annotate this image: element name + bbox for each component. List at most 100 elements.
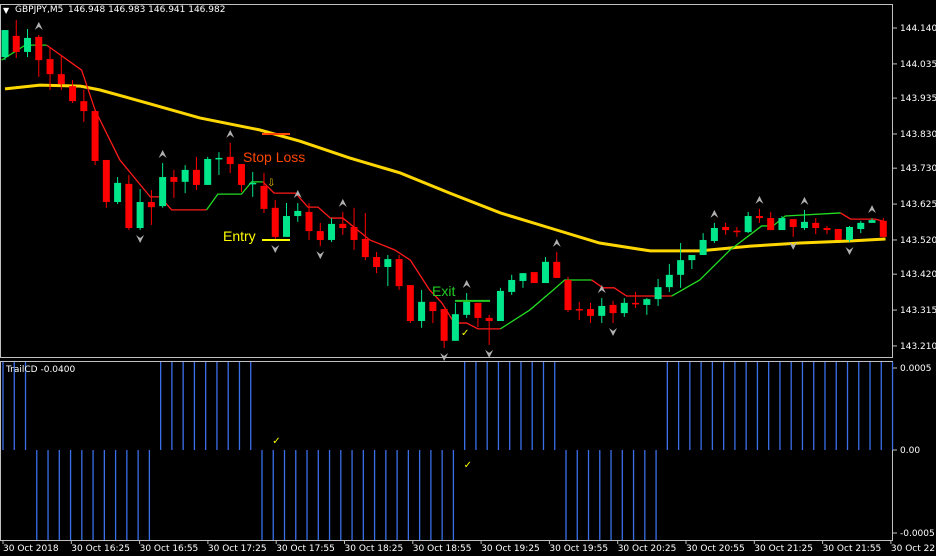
candle-body: [215, 157, 223, 160]
candle-body: [857, 222, 865, 230]
fractal-up-icon: [34, 21, 43, 30]
price-tick-label: 143.625: [900, 200, 936, 210]
ohlc-readout: 146.948 146.983 146.941 146.982: [68, 5, 225, 15]
candle-body: [429, 301, 437, 312]
fractal-up-icon: [597, 285, 606, 294]
candle-body: [283, 216, 290, 237]
candle-body: [620, 302, 628, 314]
candle-body: [170, 177, 178, 182]
symbol-label: GBPJPY,M5: [15, 5, 63, 15]
candle-body: [868, 220, 876, 223]
candle-body: [609, 304, 617, 314]
candle-body: [204, 158, 212, 185]
time-tick-label: 30 Oct 16:25: [71, 544, 130, 554]
candle-body: [91, 111, 99, 161]
checkmark-icon: ✓: [272, 436, 280, 447]
fractal-up-icon: [226, 129, 235, 138]
candle-body: [24, 37, 32, 52]
candle-body: [440, 309, 448, 341]
candle-body: [395, 259, 403, 287]
candle-body: [879, 220, 887, 237]
candle-body: [418, 301, 426, 321]
dropdown-triangle-icon[interactable]: ▼: [3, 6, 10, 15]
candle-body: [260, 185, 268, 209]
candle-body: [125, 183, 133, 228]
time-tick-label: 30 Oct 16:55: [140, 544, 199, 554]
price-panel-border: [0, 4, 893, 358]
price-tick-label: 143.520: [900, 236, 936, 246]
candle-body: [350, 226, 358, 240]
candle-body: [1, 30, 9, 58]
price-tick-label: 143.210: [900, 342, 936, 352]
candle-body: [575, 309, 583, 311]
candle-body: [12, 35, 20, 52]
candle-body: [384, 259, 392, 267]
candle-body: [688, 255, 696, 261]
indicator-panel-border: [0, 361, 893, 541]
trailing-stop-segment: [840, 212, 886, 223]
candle-body: [136, 202, 144, 228]
candle-body: [339, 223, 347, 228]
candle-body: [474, 302, 482, 318]
candle-body: [451, 314, 459, 341]
price-tick-label: 143.935: [900, 94, 936, 104]
candle-body: [271, 207, 279, 237]
time-tick-label: 30 Oct 20:25: [618, 544, 677, 554]
candle-body: [249, 182, 257, 185]
candle-body: [767, 218, 775, 231]
time-tick-label: 30 Oct 19:25: [481, 544, 540, 554]
time-tick-label: 30 Oct 22:25: [891, 544, 936, 554]
price-tick-label: 144.140: [900, 24, 936, 34]
fractal-down-icon: [136, 235, 145, 244]
fractal-down-icon: [845, 247, 854, 256]
candle-body: [755, 216, 763, 219]
indicator-title: TrailCD -0.0400: [5, 365, 75, 375]
fractal-up-icon: [800, 196, 809, 205]
candle-body: [834, 229, 842, 240]
checkmark-icon: ✓: [464, 460, 472, 471]
indicator-bars: ✓✓: [2, 362, 894, 540]
checkmark-icon: ✓: [461, 328, 469, 339]
candle-body: [587, 309, 595, 316]
candle-body: [812, 222, 820, 228]
time-tick-label: 30 Oct 17:55: [276, 544, 335, 554]
fractal-up-icon: [755, 195, 764, 204]
candle-body: [598, 305, 606, 316]
price-tick-label: 143.730: [900, 164, 936, 174]
time-tick-label: 30 Oct 18:55: [413, 544, 472, 554]
indicator-tick-label: -0.0005: [900, 529, 935, 539]
candle-body: [541, 261, 549, 284]
candle-body: [316, 231, 324, 240]
fractal-up-icon: [552, 238, 561, 247]
candle-body: [485, 317, 493, 321]
candle-body: [823, 228, 831, 231]
trading-chart[interactable]: ✓✓ Stop Loss Entry Exit ⇩ ✓ 144.140144.0…: [0, 0, 936, 556]
candle-body: [846, 226, 853, 240]
candle-body: [69, 86, 77, 102]
candle-body: [496, 290, 504, 321]
time-tick-label: 30 Oct 19:55: [549, 544, 608, 554]
candle-body: [46, 59, 54, 75]
candle-body: [710, 228, 718, 241]
fractal-up-icon: [868, 205, 877, 214]
indicator-tick-label: 0.0005: [900, 364, 932, 374]
fractal-down-icon: [609, 328, 618, 337]
candle-body: [159, 177, 167, 207]
time-tick-label: 30 Oct 21:55: [823, 544, 882, 554]
candle-body: [722, 226, 730, 231]
fractal-up-icon: [158, 150, 167, 159]
stop-loss-label: Stop Loss: [243, 149, 305, 165]
fractal-up-icon: [338, 198, 347, 207]
fractal-down-icon: [271, 244, 280, 253]
time-tick-label: 30 Oct 18:25: [345, 544, 404, 554]
candle-body: [643, 299, 651, 305]
candle-body: [654, 287, 662, 300]
exit-label: Exit: [432, 283, 455, 299]
price-tick-label: 143.830: [900, 130, 936, 140]
axes: 144.140 144.035 143.935 143.830 143.730 143.6…: [2, 24, 936, 554]
candle-body: [508, 279, 516, 292]
candle-body: [80, 101, 88, 112]
fractal-down-icon: [316, 251, 325, 260]
time-tick-label: 30 Oct 17:25: [208, 544, 267, 554]
fractal-up-icon: [462, 279, 471, 288]
